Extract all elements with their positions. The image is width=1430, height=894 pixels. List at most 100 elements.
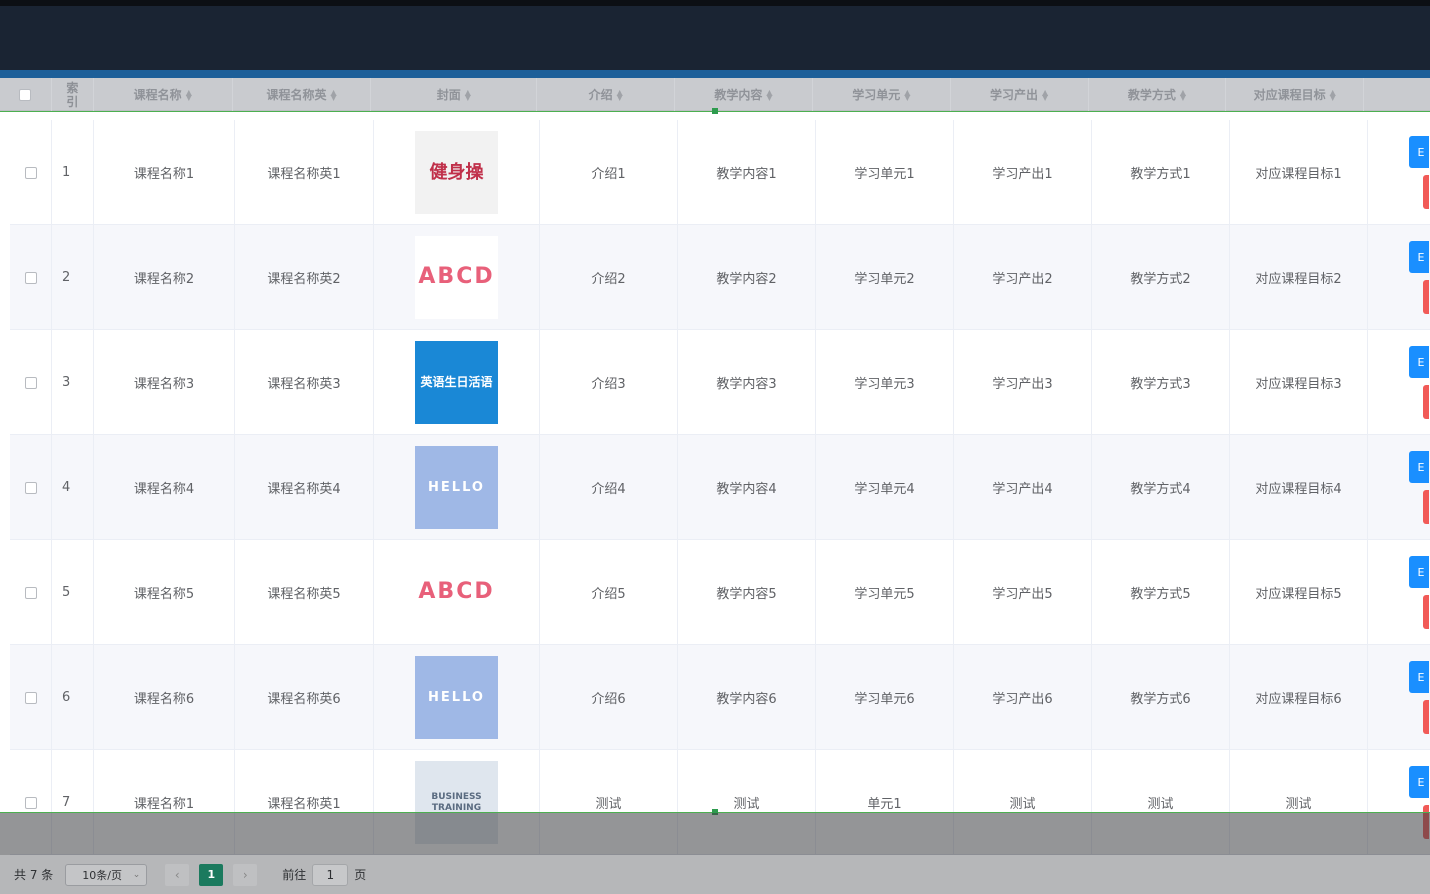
cell-method: 教学方式2 xyxy=(1092,225,1230,330)
row-index: 4 xyxy=(62,480,71,495)
header-cover[interactable]: 封面 ▲ ▼ xyxy=(371,78,538,111)
edit-button[interactable]: E xyxy=(1409,661,1429,693)
row-checkbox[interactable] xyxy=(24,166,37,179)
sort-caret-icon[interactable]: ▲ ▼ xyxy=(1180,88,1186,101)
course-name: 课程名称1 xyxy=(133,167,195,182)
goto-page-input[interactable]: 1 xyxy=(312,863,349,886)
cell-course-name: 课程名称1 xyxy=(94,120,235,225)
table-body: 1 课程名称1 课程名称英1 健身操 介绍1 教学内容1 学习单元1 学习产出1 教学方式1 对应… xyxy=(10,120,1430,855)
cover-image-caption: HELLO xyxy=(428,689,485,705)
sort-caret-icon[interactable]: ▲ ▼ xyxy=(766,88,772,101)
cell-unit: 学习单元5 xyxy=(816,540,954,645)
table-header: 索 引 课程名称 ▲ ▼ 课程名称英 ▲ ▼ 封面 ▲ ▼ 介绍 ▲ ▼ 教学内容 ▲ ▼… xyxy=(0,78,1430,111)
delete-button[interactable] xyxy=(1423,385,1429,419)
row-select-cell[interactable] xyxy=(10,540,52,645)
cell-index: 4 xyxy=(52,435,94,540)
delete-button[interactable] xyxy=(1423,175,1429,209)
header-unit[interactable]: 学习单元 ▲ ▼ xyxy=(813,78,951,111)
cell-course-name-en: 课程名称英5 xyxy=(235,540,374,645)
header-content[interactable]: 教学内容 ▲ ▼ xyxy=(675,78,813,111)
cell-actions: E xyxy=(1368,330,1429,435)
delete-button[interactable] xyxy=(1423,280,1429,314)
row-select-cell[interactable] xyxy=(10,330,52,435)
row-checkbox[interactable] xyxy=(24,481,37,494)
cell-course-name-en: 课程名称英6 xyxy=(235,645,374,750)
edit-button[interactable]: E xyxy=(1409,556,1429,588)
sort-caret-icon[interactable]: ▲ ▼ xyxy=(1042,88,1048,101)
prev-page-button[interactable]: ‹ xyxy=(165,863,190,886)
sort-caret-icon[interactable]: ▲ ▼ xyxy=(186,88,192,101)
table-row[interactable]: 1 课程名称1 课程名称英1 健身操 介绍1 教学内容1 学习单元1 学习产出1 教学方式1 对应… xyxy=(10,120,1430,225)
header-goal-label: 对应课程目标 xyxy=(1253,88,1326,102)
delete-button[interactable] xyxy=(1423,490,1429,524)
page-number-current[interactable]: 1 xyxy=(199,863,224,886)
edit-button[interactable]: E xyxy=(1409,241,1429,273)
cover-image: ABCD xyxy=(415,551,498,634)
cell-index: 1 xyxy=(52,120,94,225)
pagination-bar: 共 7 条 10条/页 ⌄ ‹ 1 › 前往 1 页 xyxy=(0,855,1430,894)
sort-caret-icon[interactable]: ▲ ▼ xyxy=(331,88,337,101)
table-row[interactable]: 3 课程名称3 课程名称英3 英语生日活语 介绍3 教学内容3 学习单元3 学习产出3 教学方式… xyxy=(10,330,1430,435)
cell-course-name: 课程名称4 xyxy=(94,435,235,540)
cell-text-content: 测试 xyxy=(733,797,760,812)
delete-button[interactable] xyxy=(1423,595,1429,629)
resize-handle-top[interactable] xyxy=(712,108,718,114)
table-row[interactable]: 4 课程名称4 课程名称英4 HELLO 介绍4 教学内容4 学习单元4 学习产出4 教学方式4… xyxy=(10,435,1430,540)
edit-button[interactable]: E xyxy=(1409,766,1429,798)
table-row[interactable]: 5 课程名称5 课程名称英5 ABCD 介绍5 教学内容5 学习单元5 学习产出5 教学方式5 对… xyxy=(10,540,1430,645)
cell-text-intro: 测试 xyxy=(595,797,622,812)
cell-output: 学习产出2 xyxy=(954,225,1092,330)
cell-goal: 对应课程目标5 xyxy=(1230,540,1368,645)
row-checkbox[interactable] xyxy=(24,376,37,389)
cover-image-caption: ABCD xyxy=(418,264,495,290)
row-checkbox[interactable] xyxy=(24,691,37,704)
sort-caret-icon[interactable]: ▲ ▼ xyxy=(904,88,910,101)
cell-text-content: 教学内容1 xyxy=(716,167,777,182)
sort-caret-icon[interactable]: ▲ ▼ xyxy=(465,88,471,101)
cell-content: 教学内容3 xyxy=(678,330,816,435)
course-name: 课程名称3 xyxy=(133,377,195,392)
edit-button[interactable]: E xyxy=(1409,451,1429,483)
page-size-select[interactable]: 10条/页 ⌄ xyxy=(65,863,148,886)
table-row[interactable]: 6 课程名称6 课程名称英6 HELLO 介绍6 教学内容6 学习单元6 学习产出6 教学方式6… xyxy=(10,645,1430,750)
cell-course-name-en: 课程名称英4 xyxy=(235,435,374,540)
header-course-name-en[interactable]: 课程名称英 ▲ ▼ xyxy=(233,78,372,111)
cell-output: 学习产出5 xyxy=(954,540,1092,645)
row-checkbox[interactable] xyxy=(24,796,37,809)
row-select-cell[interactable] xyxy=(10,225,52,330)
header-output[interactable]: 学习产出 ▲ ▼ xyxy=(951,78,1089,111)
cell-unit: 学习单元4 xyxy=(816,435,954,540)
header-select-all[interactable] xyxy=(0,78,52,111)
select-all-checkbox[interactable] xyxy=(19,88,32,101)
cell-unit: 学习单元2 xyxy=(816,225,954,330)
cell-intro: 介绍6 xyxy=(540,645,678,750)
header-method-label: 教学方式 xyxy=(1127,88,1176,102)
cell-course-name: 课程名称3 xyxy=(94,330,235,435)
row-select-cell[interactable] xyxy=(10,435,52,540)
row-select-cell[interactable] xyxy=(10,645,52,750)
header-method[interactable]: 教学方式 ▲ ▼ xyxy=(1089,78,1227,111)
header-intro[interactable]: 介绍 ▲ ▼ xyxy=(537,78,676,111)
cell-actions: E xyxy=(1368,120,1429,225)
row-checkbox[interactable] xyxy=(24,271,37,284)
edit-button[interactable]: E xyxy=(1409,136,1429,168)
cell-text-goal: 对应课程目标2 xyxy=(1255,272,1342,287)
row-checkbox[interactable] xyxy=(24,586,37,599)
cell-text-output: 学习产出1 xyxy=(992,167,1053,182)
cell-index: 5 xyxy=(52,540,94,645)
sort-caret-icon[interactable]: ▲ ▼ xyxy=(1330,88,1336,101)
edit-button[interactable]: E xyxy=(1409,346,1429,378)
sort-caret-icon[interactable]: ▲ ▼ xyxy=(617,88,623,101)
course-name-en: 课程名称英1 xyxy=(267,167,341,182)
row-select-cell[interactable] xyxy=(10,120,52,225)
cell-text-output: 学习产出2 xyxy=(992,272,1053,287)
course-name-en: 课程名称英2 xyxy=(267,272,341,287)
header-course-name[interactable]: 课程名称 ▲ ▼ xyxy=(94,78,233,111)
cell-text-content: 教学内容5 xyxy=(716,587,777,602)
page-size-value: 10条/页 xyxy=(82,868,122,882)
delete-button[interactable] xyxy=(1423,700,1429,734)
next-page-button[interactable]: › xyxy=(233,863,258,886)
course-name-en: 课程名称英3 xyxy=(267,377,341,392)
table-row[interactable]: 2 课程名称2 课程名称英2 ABCD 介绍2 教学内容2 学习单元2 学习产出2 教学方式2 对… xyxy=(10,225,1430,330)
header-goal[interactable]: 对应课程目标 ▲ ▼ xyxy=(1226,78,1365,111)
